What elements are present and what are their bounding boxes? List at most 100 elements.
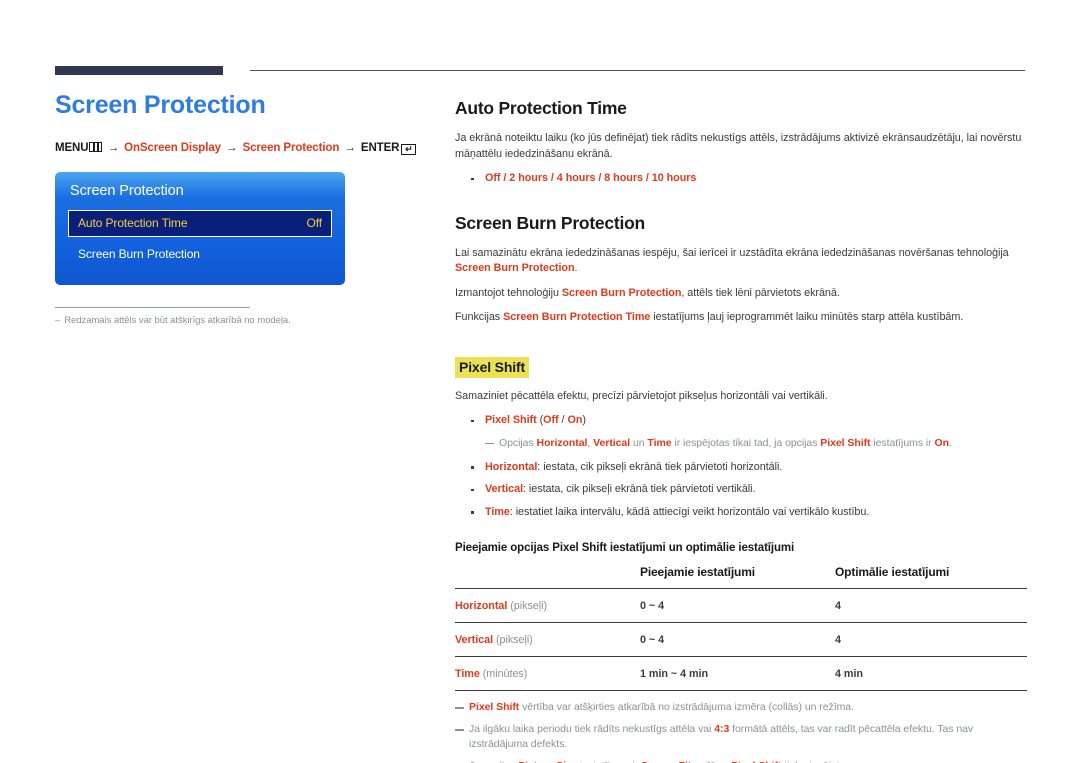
list-item: Vertical: iestata, cik pikseļi ekrānā ti… xyxy=(455,482,1027,498)
table-header-row: Pieejamie iestatījumi Optimālie iestatīj… xyxy=(455,565,1027,589)
menu-grid-icon xyxy=(89,141,103,152)
header-accent-bar xyxy=(55,66,223,75)
accent-frag: Horizontal xyxy=(485,460,538,473)
osd-row-screen-burn-protection[interactable]: Screen Burn Protection xyxy=(68,241,332,268)
enter-label: ENTER xyxy=(360,141,400,154)
table-cell-available: 0 ~ 4 xyxy=(640,600,665,612)
breadcrumb-step-onscreen-display: OnScreen Display xyxy=(124,141,221,154)
subnote-pixel-shift-dependency: Opcijas Horizontal, Vertical un Time ir … xyxy=(455,436,1027,451)
list-pixel-shift-2: Horizontal: iestata, cik pikseļi ekrānā … xyxy=(455,460,1027,521)
text-frag: : iestata, cik pikseļi ekrānā tiek pārvi… xyxy=(523,483,756,495)
footnote-1: Pixel Shift vērtība var atšķirties atkar… xyxy=(455,700,1027,715)
text-frag: iestatījums ļauj ieprogrammēt laiku minū… xyxy=(650,311,964,323)
paragraph-auto-protection-time: Ja ekrānā noteiktu laiku (ko jūs definēj… xyxy=(455,132,1022,160)
table-row: Vertical (pikseļi) 0 ~ 4 4 xyxy=(455,622,1027,657)
row-label: Time xyxy=(455,668,480,680)
heading-auto-protection-time: Auto Protection Time xyxy=(455,98,627,118)
accent-frag: Pixel Shift xyxy=(820,436,871,449)
note-dash-icon: ‒ xyxy=(55,314,61,326)
auto-protection-option-values: Off / 2 hours / 4 hours / 8 hours / 10 h… xyxy=(485,172,697,184)
text-frag: Ja ilgāku laika periodu tiek rādīts neku… xyxy=(469,723,715,735)
text-frag: iestatījums ir xyxy=(870,436,935,449)
osd-row-value: Off xyxy=(306,216,323,230)
arrow-icon-3: → xyxy=(344,141,356,154)
footnote-3: Ja opcijas Picture Size iestatījums ir S… xyxy=(455,759,1027,763)
osd-row-label: Auto Protection Time xyxy=(78,216,188,230)
menu-label: MENU xyxy=(55,141,89,154)
note-text: Redzamais attēls var būt atšķirīgs atkar… xyxy=(64,314,291,326)
breadcrumb-menu-path: MENU → OnScreen Display → Screen Protect… xyxy=(55,141,417,155)
osd-row-auto-protection-time[interactable]: Auto Protection Time Off xyxy=(68,209,332,237)
text-frag: , attēls tiek lēni pārvietots ekrānā. xyxy=(681,286,840,299)
table-cell-name: Vertical (pikseļi) xyxy=(455,623,640,657)
table-cell-available: 0 ~ 4 xyxy=(640,634,665,646)
row-label: Vertical xyxy=(455,634,494,646)
text-frag: : iestatiet laika intervālu, kādā attiec… xyxy=(509,505,870,518)
text-frag: Lai samazinātu ekrāna iededzināšanas ies… xyxy=(455,246,1009,259)
row-label: Horizontal xyxy=(455,600,508,612)
accent-frag: On xyxy=(567,414,583,426)
list-item: Off / 2 hours / 4 hours / 8 hours / 10 h… xyxy=(455,171,1027,187)
paragraph-burn-1: Lai samazinātu ekrāna iededzināšanas ies… xyxy=(455,246,1027,277)
left-column: Screen Protection MENU → OnScreen Displa… xyxy=(55,91,417,326)
list-item: Pixel Shift (Off / On) xyxy=(455,413,1027,429)
paragraph-burn-2: Izmantojot tehnoloģiju Screen Burn Prote… xyxy=(455,286,1027,302)
accent-frag: Vertical xyxy=(593,436,631,449)
accent-frag: Horizontal xyxy=(536,436,588,449)
note-divider xyxy=(55,306,250,308)
paragraph-burn-3: Funkcijas Screen Burn Protection Time ie… xyxy=(455,310,1027,326)
pixel-shift-settings-table: Pieejamie iestatījumi Optimālie iestatīj… xyxy=(455,565,1027,691)
breadcrumb-step-screen-protection: Screen Protection xyxy=(242,141,340,154)
list-pixel-shift-1: Pixel Shift (Off / On) xyxy=(455,413,1027,429)
document-page: Screen Protection MENU → OnScreen Displa… xyxy=(0,0,1080,763)
table-cell-optimal: 4 xyxy=(835,634,841,646)
page-title: Screen Protection xyxy=(55,91,266,119)
heading-screen-burn-protection: Screen Burn Protection xyxy=(455,212,645,233)
accent-frag: Off xyxy=(543,414,559,426)
accent-frag: Vertical xyxy=(485,483,524,495)
text-frag: . xyxy=(574,262,578,274)
model-note: ‒ Redzamais attēls var būt atšķirīgs atka… xyxy=(55,315,405,326)
accent-frag: Pixel Shift xyxy=(469,701,520,713)
accent-frag: 4:3 xyxy=(714,723,730,735)
text-frag: Opcijas xyxy=(499,436,537,449)
accent-frag: Time xyxy=(647,436,672,449)
row-unit: (minūtes) xyxy=(479,668,528,680)
arrow-icon-1: → xyxy=(107,141,120,154)
table-caption: Pieejamie opcijas Pixel Shift iestatījum… xyxy=(455,542,795,554)
paragraph-pixel-shift: Samaziniet pēcattēla efektu, precīzi pār… xyxy=(455,389,828,402)
table-cell-available: 1 min ~ 4 min xyxy=(640,668,709,680)
text-frag: un xyxy=(630,436,648,449)
table-row: Time (minūtes) 1 min ~ 4 min 4 min xyxy=(455,656,1027,691)
text-frag: Izmantojot tehnoloģiju xyxy=(455,286,562,299)
footnote-2: Ja ilgāku laika periodu tiek rādīts neku… xyxy=(455,722,1027,752)
accent-frag: Screen Burn Protection xyxy=(455,262,575,274)
text-frag: ir iespējotas tikai tad, ja opcijas xyxy=(671,436,821,449)
table-header-cell-2: Optimālie iestatījumi xyxy=(835,565,950,579)
osd-title: Screen Protection xyxy=(70,182,184,199)
accent-frag: On xyxy=(934,436,949,449)
heading-pixel-shift: Pixel Shift xyxy=(455,356,530,378)
table-cell-optimal: 4 min xyxy=(835,668,863,680)
accent-frag: Screen Burn Protection Time xyxy=(503,311,651,323)
row-unit: (pikseļi) xyxy=(493,634,533,646)
row-unit: (pikseļi) xyxy=(507,600,547,612)
table-cell-name: Horizontal (pikseļi) xyxy=(455,589,640,623)
list-item: Horizontal: iestata, cik pikseļi ekrānā … xyxy=(455,460,1027,476)
osd-menu-mock: Screen Protection Auto Protection Time O… xyxy=(55,171,345,285)
osd-row-label: Screen Burn Protection xyxy=(78,247,200,261)
list-item: Time: iestatiet laika intervālu, kādā at… xyxy=(455,505,1027,521)
table-cell-name: Time (minūtes) xyxy=(455,657,640,691)
accent-frag: Pixel Shift xyxy=(485,414,537,426)
table-cell-optimal: 4 xyxy=(835,600,841,612)
table-header-cell-0 xyxy=(455,565,640,589)
list-auto-protection-options: Off / 2 hours / 4 hours / 8 hours / 10 h… xyxy=(455,171,1027,187)
text-frag: ) xyxy=(582,414,586,426)
arrow-icon-2: → xyxy=(226,141,238,154)
right-column: Auto Protection Time Ja ekrānā noteiktu … xyxy=(455,98,1027,763)
text-frag: . xyxy=(948,436,952,449)
accent-frag: Screen Burn Protection xyxy=(561,286,682,299)
text-frag: : iestata, cik pikseļi ekrānā tiek pārvi… xyxy=(537,460,783,473)
table-row: Horizontal (pikseļi) 0 ~ 4 4 xyxy=(455,588,1027,623)
accent-frag: Time xyxy=(485,505,510,518)
